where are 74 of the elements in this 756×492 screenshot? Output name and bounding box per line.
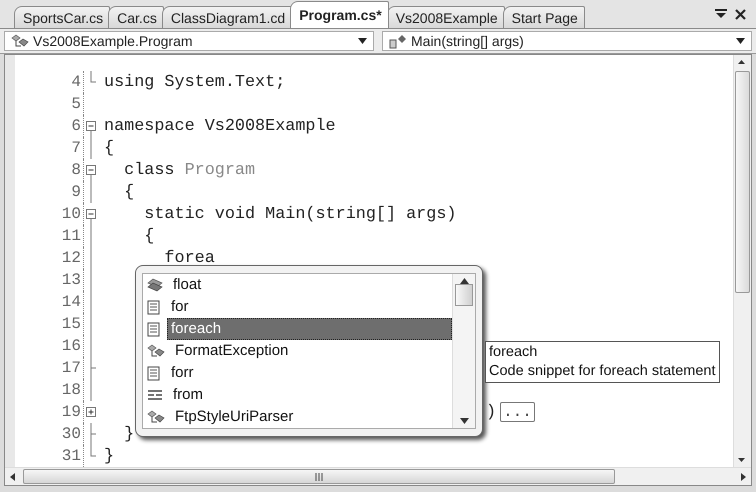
- line-number: 4: [5, 71, 84, 93]
- class-icon: [147, 344, 165, 358]
- close-icon: [735, 8, 746, 20]
- code-line: }: [103, 446, 114, 466]
- completion-item[interactable]: from: [169, 384, 452, 406]
- line-number: 16: [5, 335, 84, 357]
- line-number: 15: [5, 313, 84, 335]
- code-line: {: [103, 138, 114, 158]
- line-number: 11: [5, 225, 84, 247]
- code-line: forea: [163, 248, 215, 268]
- document-tab[interactable]: Start Page: [502, 6, 585, 28]
- class-icon: [11, 34, 29, 48]
- document-tab[interactable]: Vs2008Example: [386, 6, 505, 28]
- window-position-icon: [715, 9, 727, 19]
- scroll-thumb[interactable]: [23, 469, 615, 484]
- completion-item[interactable]: FormatException: [171, 340, 452, 362]
- outline-line: [90, 181, 92, 203]
- stacked-diamonds-icon: [147, 278, 163, 292]
- code-line: namespace Vs2008Example: [103, 116, 336, 136]
- line-number: 6: [5, 115, 84, 137]
- dropdown-arrow-icon: [358, 38, 367, 44]
- line-number: 19: [5, 401, 84, 423]
- scroll-thumb[interactable]: [455, 284, 473, 306]
- completion-item[interactable]: float: [169, 274, 452, 296]
- grip-icon: [314, 472, 324, 480]
- document-tab[interactable]: SportsCar.cs: [14, 6, 110, 28]
- line-number: 12: [5, 247, 84, 269]
- line-number: 14: [5, 291, 84, 313]
- code-line: }: [123, 424, 134, 444]
- document-tab[interactable]: Program.cs*: [290, 1, 389, 28]
- vertical-scrollbar[interactable]: [733, 55, 751, 467]
- collapsed-region[interactable]: ...: [500, 402, 535, 422]
- collapse-icon: [86, 121, 96, 137]
- tooltip-description: Code snippet for foreach statement: [489, 362, 716, 381]
- collapse-icon: [86, 165, 96, 181]
- member-dropdown[interactable]: Main(string[] args): [382, 31, 752, 51]
- document-icon: [147, 322, 161, 336]
- line-number: 13: [5, 269, 84, 291]
- code-line: using System.Text;: [103, 72, 286, 92]
- scroll-down-icon: [460, 418, 468, 424]
- line-number: 7: [5, 137, 84, 159]
- code-line: class Program: [123, 160, 256, 180]
- code-line: ): [485, 402, 496, 422]
- lines-icon: [147, 389, 163, 401]
- collapse-icon: [86, 209, 96, 225]
- horizontal-scrollbar[interactable]: [5, 467, 751, 485]
- document-icon: [147, 366, 161, 380]
- document-icon: [147, 300, 161, 314]
- dropdown-arrow-icon: [736, 38, 745, 44]
- type-dropdown[interactable]: Vs2008Example.Program: [4, 31, 374, 51]
- completion-item[interactable]: for: [167, 296, 452, 318]
- line-number: 5: [5, 93, 84, 115]
- completion-item[interactable]: forr: [167, 362, 452, 384]
- tooltip-title: foreach: [489, 343, 538, 362]
- line-number: 8: [5, 159, 84, 181]
- line-number: 17: [5, 357, 84, 379]
- document-tab[interactable]: ClassDiagram1.cd: [162, 6, 292, 28]
- outline-line: [90, 71, 96, 82]
- expand-icon: [86, 407, 96, 417]
- method-icon: [389, 34, 407, 48]
- line-number: 10: [5, 203, 84, 225]
- code-line: {: [123, 182, 134, 202]
- completion-item[interactable]: foreach: [167, 318, 452, 340]
- line-number: 30: [5, 423, 84, 445]
- outline-line: [90, 137, 92, 159]
- code-line: {: [143, 226, 154, 246]
- document-tab[interactable]: Car.cs: [108, 6, 164, 28]
- list-scrollbar[interactable]: [452, 274, 475, 428]
- completion-item[interactable]: FtpStyleUriParser: [171, 406, 452, 428]
- line-number: 9: [5, 181, 84, 203]
- code-line: static void Main(string[] args): [143, 204, 456, 224]
- class-icon: [147, 410, 165, 424]
- line-number: 18: [5, 379, 84, 401]
- scroll-thumb[interactable]: [735, 71, 750, 293]
